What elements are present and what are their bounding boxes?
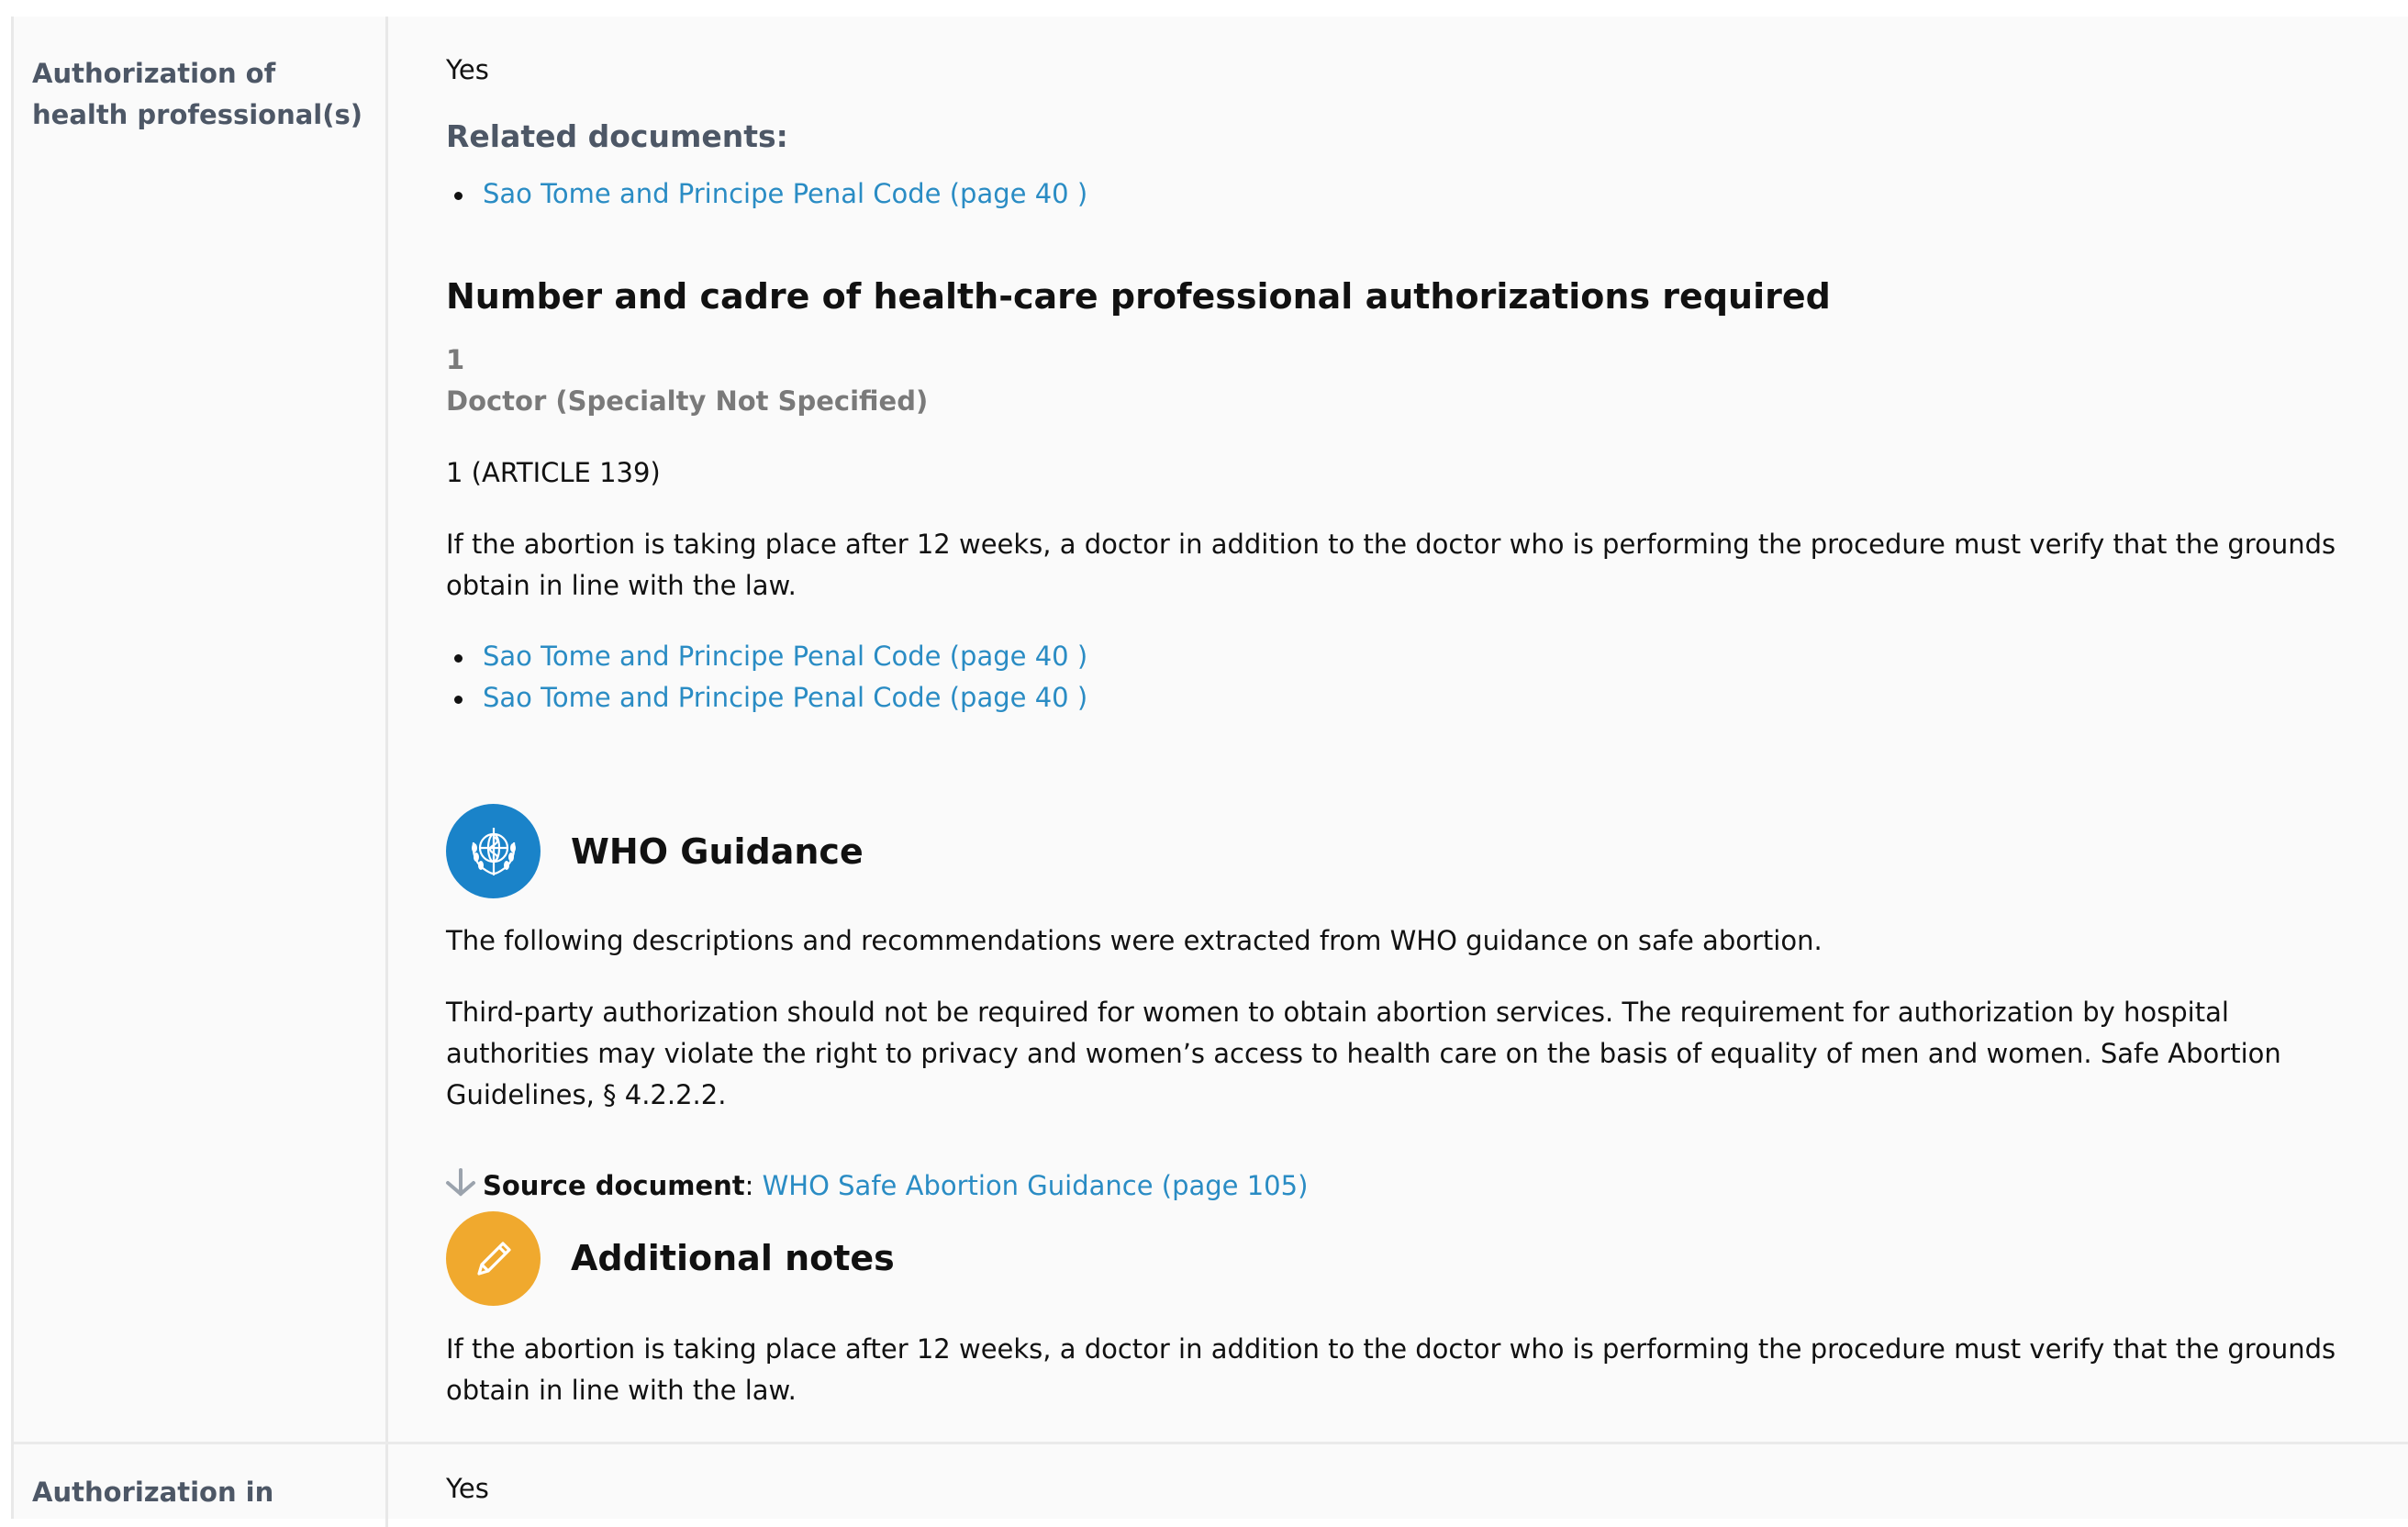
additional-notes-body: If the abortion is taking place after 12… xyxy=(446,1333,2336,1406)
related-documents-list: Sao Tome and Principe Penal Code (page 4… xyxy=(446,173,1087,215)
row-label-cell: Authorization in xyxy=(14,1444,388,1527)
row-value: Yes xyxy=(446,1473,489,1504)
row-label: Authorization in xyxy=(32,1477,274,1508)
table-row: Authorization of health professional(s) … xyxy=(14,17,2408,1442)
row-label-cell: Authorization of health professional(s) xyxy=(14,17,388,1442)
related-document-link[interactable]: Sao Tome and Principe Penal Code (page 4… xyxy=(483,178,1087,209)
section-heading: Number and cadre of health-care professi… xyxy=(446,276,1831,317)
list-item: Sao Tome and Principe Penal Code (page 4… xyxy=(446,173,1087,215)
row-label: Authorization of health professional(s) xyxy=(32,58,363,130)
table-row: Authorization in Yes xyxy=(14,1442,2408,1527)
penal-code-link[interactable]: Sao Tome and Principe Penal Code (page 4… xyxy=(483,682,1087,713)
colon-separator: : xyxy=(744,1170,763,1201)
who-guidance-intro: The following descriptions and recommend… xyxy=(446,925,1823,956)
legal-detail-table: Authorization of health professional(s) … xyxy=(11,17,2408,1527)
professional-cadre: Doctor (Specialty Not Specified) xyxy=(446,385,929,417)
related-documents-heading: Related documents: xyxy=(446,118,788,154)
list-item: Sao Tome and Principe Penal Code (page 4… xyxy=(446,677,1087,719)
source-document-label: Source document xyxy=(483,1170,745,1201)
list-item: Sao Tome and Principe Penal Code (page 4… xyxy=(446,636,1087,677)
article-reference: 1 (ARTICLE 139) xyxy=(446,457,661,488)
source-document-link[interactable]: WHO Safe Abortion Guidance (page 105) xyxy=(763,1170,1309,1201)
source-document-line: Source document: WHO Safe Abortion Guida… xyxy=(442,1165,1308,1209)
pencil-icon xyxy=(446,1211,541,1306)
who-guidance-body: Third-party authorization should not be … xyxy=(446,997,2281,1110)
explanation-text: If the abortion is taking place after 12… xyxy=(446,529,2336,601)
who-guidance-title: WHO Guidance xyxy=(571,831,864,872)
arrow-down-icon xyxy=(442,1166,483,1209)
additional-notes-title: Additional notes xyxy=(571,1238,895,1278)
who-emblem-icon xyxy=(446,804,541,898)
authorization-count: 1 xyxy=(446,344,465,375)
row-value: Yes xyxy=(446,54,489,85)
explanation-links-list: Sao Tome and Principe Penal Code (page 4… xyxy=(446,636,1087,719)
penal-code-link[interactable]: Sao Tome and Principe Penal Code (page 4… xyxy=(483,641,1087,672)
